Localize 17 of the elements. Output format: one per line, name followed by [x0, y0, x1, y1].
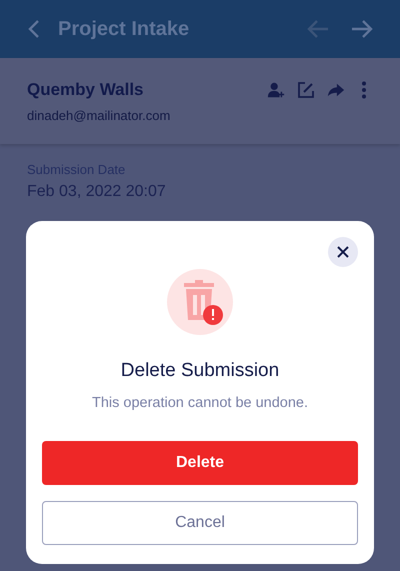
submitter-email: dinadeh@mailinator.com — [27, 108, 172, 123]
more-icon[interactable] — [361, 81, 367, 99]
dialog-message: This operation cannot be undone. — [92, 395, 308, 411]
cancel-button[interactable]: Cancel — [42, 501, 358, 545]
back-icon[interactable] — [28, 19, 40, 39]
share-icon[interactable] — [327, 81, 345, 99]
edit-icon[interactable] — [297, 81, 315, 99]
arrow-right-icon[interactable] — [350, 19, 374, 39]
close-icon — [336, 245, 350, 259]
submitter-name: Quemby Walls — [27, 80, 144, 100]
add-user-icon[interactable] — [267, 81, 285, 99]
dialog-title: Delete Submission — [120, 360, 280, 382]
trash-warning-icon — [167, 269, 233, 335]
close-button[interactable] — [328, 237, 358, 267]
page-title: Project Intake — [58, 18, 190, 40]
arrow-left-icon[interactable] — [306, 19, 330, 39]
delete-button[interactable]: Delete — [42, 441, 358, 485]
